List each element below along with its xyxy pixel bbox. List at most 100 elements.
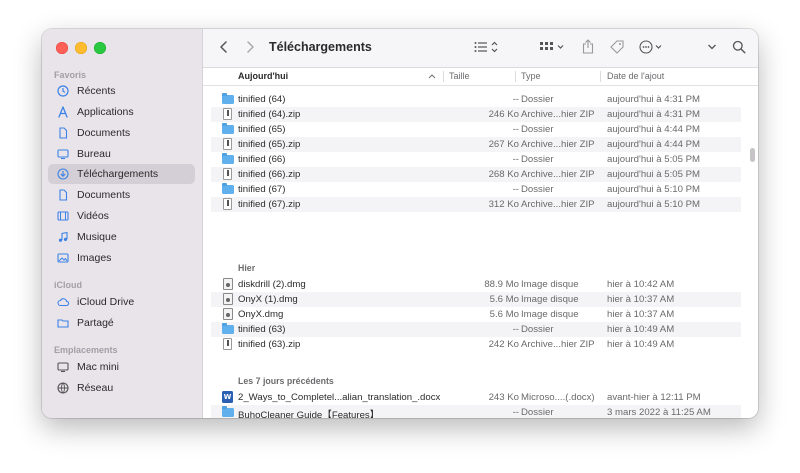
more-actions-button[interactable] bbox=[639, 40, 665, 54]
sidebar-item-recents[interactable]: Récents bbox=[48, 81, 195, 101]
sidebar-item-images[interactable]: Images bbox=[48, 248, 195, 268]
search-icon[interactable] bbox=[732, 40, 746, 54]
share-button[interactable] bbox=[582, 39, 594, 54]
sidebar-item-applications[interactable]: Applications bbox=[48, 102, 195, 122]
file-date-added: hier à 10:37 AM bbox=[607, 309, 675, 320]
file-kind: Archive...hier ZIP bbox=[521, 139, 595, 150]
file-date-added: 3 mars 2022 à 11:25 AM bbox=[607, 407, 711, 418]
folder-icon bbox=[222, 323, 234, 336]
sidebar-item-mac-mini[interactable]: Mac mini bbox=[48, 357, 195, 377]
column-divider[interactable] bbox=[443, 71, 444, 82]
network-icon bbox=[56, 381, 70, 395]
file-kind: Dossier bbox=[521, 407, 554, 418]
file-row[interactable]: W 2_Ways_to_Completel...alian_translation… bbox=[211, 390, 741, 405]
file-kind: Image disque bbox=[521, 294, 579, 305]
toolbar: Téléchargements bbox=[203, 29, 758, 68]
file-size: -- bbox=[512, 154, 519, 165]
file-kind: Dossier bbox=[521, 124, 554, 135]
file-date-added: aujourd'hui à 4:44 PM bbox=[607, 124, 701, 135]
file-row[interactable]: OnyX.dmg 5.6 Mo Image disque hier à 10:37 A… bbox=[211, 307, 741, 322]
document-icon bbox=[56, 188, 70, 202]
forward-button[interactable] bbox=[245, 41, 255, 53]
sidebar-item-label: Partagé bbox=[77, 317, 114, 329]
file-row[interactable]: tinified (64) -- Dossier aujourd'hui à 4:31… bbox=[211, 92, 741, 107]
close-window-button[interactable] bbox=[56, 42, 68, 54]
column-kind[interactable]: Type bbox=[521, 71, 541, 81]
file-row[interactable]: tinified (63) -- Dossier hier à 10:49 AM bbox=[211, 322, 741, 337]
list-view-button[interactable] bbox=[474, 41, 500, 53]
file-name: tinified (64) bbox=[238, 94, 286, 105]
zoom-window-button[interactable] bbox=[94, 42, 106, 54]
tag-button[interactable] bbox=[610, 40, 624, 54]
file-row[interactable]: diskdrill (2).dmg 88.9 Mo Image disque hier… bbox=[211, 277, 741, 292]
disk-image-icon bbox=[222, 293, 234, 306]
chevron-down-icon[interactable] bbox=[707, 43, 717, 51]
file-size: 267 Ko bbox=[488, 139, 519, 150]
file-kind: Dossier bbox=[521, 324, 554, 335]
column-name[interactable]: Aujourd'hui bbox=[238, 71, 288, 81]
folder-icon bbox=[222, 123, 234, 136]
sidebar-item-label: Images bbox=[77, 252, 112, 264]
file-row[interactable]: tinified (65).zip 267 Ko Archive...hier ZI… bbox=[211, 137, 741, 152]
group-by-button[interactable] bbox=[540, 41, 566, 53]
minimize-window-button[interactable] bbox=[75, 42, 87, 54]
scrollbar-thumb[interactable] bbox=[750, 148, 755, 162]
file-size: 243 Ko bbox=[488, 392, 519, 403]
file-row[interactable]: tinified (67).zip 312 Ko Archive...hier ZI… bbox=[211, 197, 741, 212]
sidebar-item-network[interactable]: Réseau bbox=[48, 378, 195, 398]
sidebar-item-videos[interactable]: Vidéos bbox=[48, 206, 195, 226]
file-kind: Archive...hier ZIP bbox=[521, 169, 595, 180]
zip-file-icon bbox=[222, 168, 234, 181]
column-date-added[interactable]: Date de l'ajout bbox=[607, 71, 664, 81]
cloud-icon bbox=[56, 295, 70, 309]
sidebar-heading-favorites: Favoris bbox=[54, 70, 87, 80]
column-divider[interactable] bbox=[515, 71, 516, 82]
file-size: 246 Ko bbox=[488, 109, 519, 120]
file-row[interactable]: tinified (63).zip 242 Ko Archive...hier ZI… bbox=[211, 337, 741, 352]
sort-ascending-icon[interactable] bbox=[428, 73, 436, 79]
folder-icon bbox=[222, 183, 234, 196]
clock-icon bbox=[56, 84, 70, 98]
document-icon bbox=[56, 126, 70, 140]
column-divider[interactable] bbox=[600, 71, 601, 82]
sidebar-item-downloads[interactable]: Téléchargements bbox=[48, 164, 195, 184]
sidebar-item-documents-2[interactable]: Documents bbox=[48, 185, 195, 205]
file-date-added: hier à 10:49 AM bbox=[607, 324, 675, 335]
file-size: 268 Ko bbox=[488, 169, 519, 180]
sidebar-item-icloud-drive[interactable]: iCloud Drive bbox=[48, 292, 195, 312]
file-kind: Dossier bbox=[521, 184, 554, 195]
file-size: 88.9 Mo bbox=[484, 279, 519, 290]
sidebar-item-label: Réseau bbox=[77, 382, 114, 394]
zip-file-icon bbox=[222, 138, 234, 151]
file-size: -- bbox=[512, 184, 519, 195]
file-row[interactable]: BuhoCleaner Guide【Features】 -- Dossier 3 ma… bbox=[211, 405, 741, 418]
file-row[interactable]: tinified (64).zip 246 Ko Archive...hier ZI… bbox=[211, 107, 741, 122]
folder-icon bbox=[222, 93, 234, 106]
image-icon bbox=[56, 251, 70, 265]
file-row[interactable]: OnyX (1).dmg 5.6 Mo Image disque hier à 10:… bbox=[211, 292, 741, 307]
file-date-added: aujourd'hui à 4:44 PM bbox=[607, 139, 701, 150]
file-kind: Image disque bbox=[521, 279, 579, 290]
file-row[interactable]: tinified (66).zip 268 Ko Archive...hier ZI… bbox=[211, 167, 741, 182]
sidebar-item-shared[interactable]: Partagé bbox=[48, 313, 195, 333]
sidebar-item-label: Musique bbox=[77, 231, 117, 243]
film-icon bbox=[56, 209, 70, 223]
file-name: tinified (65) bbox=[238, 124, 286, 135]
file-name: BuhoCleaner Guide【Features】 bbox=[238, 410, 380, 418]
sidebar-item-music[interactable]: Musique bbox=[48, 227, 195, 247]
finder-window: Favoris Récents Applications Documents B… bbox=[42, 29, 758, 418]
back-button[interactable] bbox=[219, 41, 229, 53]
file-row[interactable]: tinified (67) -- Dossier aujourd'hui à 5:10… bbox=[211, 182, 741, 197]
file-size: -- bbox=[512, 124, 519, 135]
file-date-added: aujourd'hui à 5:05 PM bbox=[607, 169, 701, 180]
window-title: Téléchargements bbox=[269, 40, 372, 54]
file-row[interactable]: tinified (65) -- Dossier aujourd'hui à 4:44… bbox=[211, 122, 741, 137]
file-row[interactable]: tinified (66) -- Dossier aujourd'hui à 5:05… bbox=[211, 152, 741, 167]
sidebar-heading-icloud: iCloud bbox=[54, 280, 82, 290]
window-controls bbox=[56, 42, 106, 54]
file-date-added: avant-hier à 12:11 PM bbox=[607, 392, 701, 403]
sidebar-item-desktop[interactable]: Bureau bbox=[48, 144, 195, 164]
file-size: 5.6 Mo bbox=[489, 294, 519, 305]
sidebar-item-documents[interactable]: Documents bbox=[48, 123, 195, 143]
column-size[interactable]: Taille bbox=[449, 71, 470, 81]
